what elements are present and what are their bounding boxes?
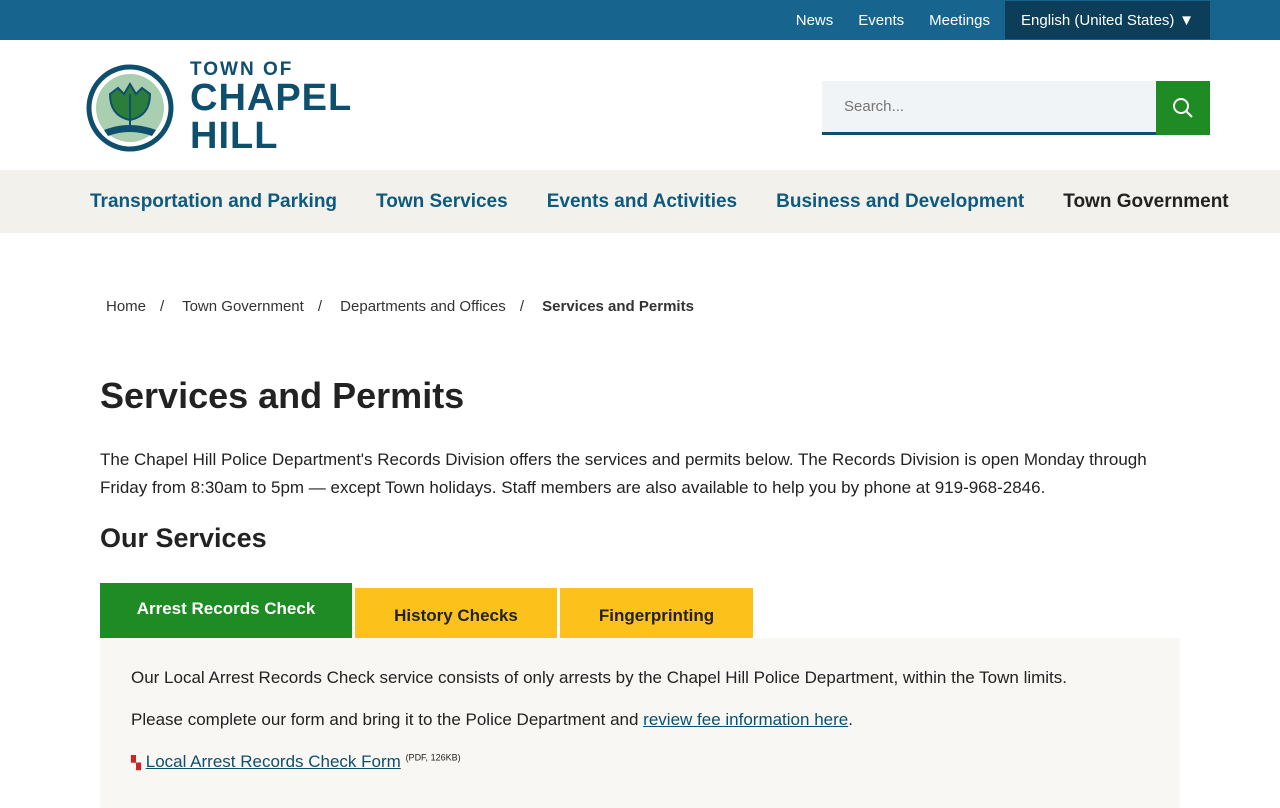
events-link[interactable]: Events: [858, 12, 904, 29]
nav-events[interactable]: Events and Activities: [547, 191, 737, 213]
crumb-town-government[interactable]: Town Government: [182, 298, 304, 315]
search-button[interactable]: [1156, 81, 1210, 135]
tab-panel: Our Local Arrest Records Check service c…: [100, 638, 1180, 808]
nav-town-government[interactable]: Town Government: [1063, 191, 1228, 213]
page-title: Services and Permits: [100, 375, 465, 416]
service-tabs: Arrest Records Check History Checks Fing…: [100, 583, 753, 638]
tab-fingerprinting[interactable]: Fingerprinting: [560, 588, 753, 638]
utility-bar: News Events Meetings English (United Sta…: [0, 0, 1280, 40]
nav-town-services[interactable]: Town Services: [376, 191, 508, 213]
search-icon: [1173, 98, 1193, 118]
file-meta: (PDF, 126KB): [405, 752, 461, 763]
main-nav: Transportation and Parking Town Services…: [0, 170, 1280, 233]
crumb-home[interactable]: Home: [106, 298, 146, 315]
period: .: [848, 710, 853, 729]
breadcrumb: Home / Town Government / Departments and O…: [106, 298, 694, 315]
language-select[interactable]: English (United States) ▼: [1005, 1, 1210, 39]
crumb-current: Services and Permits: [542, 298, 694, 315]
tab-history-checks[interactable]: History Checks: [355, 588, 557, 638]
services-heading: Our Services: [100, 523, 267, 553]
search-input[interactable]: [822, 81, 1156, 135]
nav-business[interactable]: Business and Development: [776, 191, 1024, 213]
pdf-icon: ▚: [131, 755, 141, 770]
meetings-link[interactable]: Meetings: [929, 12, 990, 29]
language-label: English (United States): [1021, 11, 1175, 29]
intro-text: The Chapel Hill Police Department's Reco…: [100, 450, 1147, 497]
logo-line1: CHAPEL: [190, 77, 353, 119]
news-link[interactable]: News: [796, 12, 834, 29]
crumb-departments[interactable]: Departments and Offices: [340, 298, 506, 315]
fee-info-link[interactable]: review fee information here: [643, 710, 848, 729]
panel-text: Our Local Arrest Records Check service c…: [131, 668, 1068, 687]
panel-text-2: Please complete our form and bring it to…: [131, 710, 644, 729]
caret-down-icon: ▼: [1179, 11, 1194, 29]
tree-seal-icon: [86, 64, 174, 151]
search-form: [822, 81, 1210, 135]
tab-arrest-records[interactable]: Arrest Records Check: [100, 583, 352, 638]
form-download-link[interactable]: Local Arrest Records Check Form: [146, 752, 401, 771]
logo-line2: HILL: [190, 115, 279, 157]
nav-transportation[interactable]: Transportation and Parking: [90, 191, 337, 213]
logo[interactable]: TOWN OF CHAPEL HILL: [86, 60, 352, 155]
